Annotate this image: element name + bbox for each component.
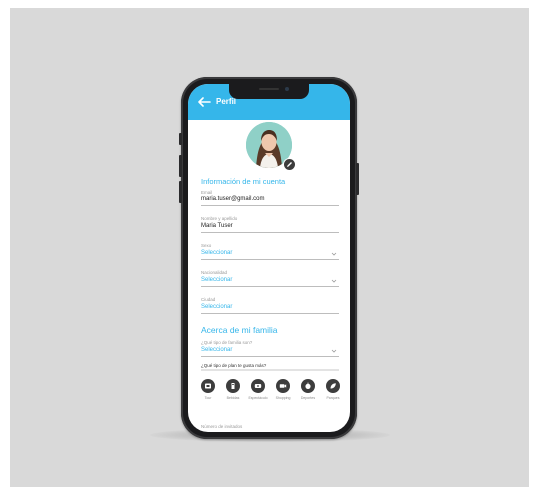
email-field[interactable]: maria.tuser@gmail.com bbox=[201, 196, 264, 202]
ciudad-underline bbox=[201, 313, 339, 314]
plan-option-label: Deportes bbox=[300, 396, 316, 400]
name-label: Nombre y apellido bbox=[201, 216, 238, 221]
plan-option[interactable]: Shopping bbox=[273, 379, 293, 407]
relationship-select[interactable]: Seleccionar bbox=[201, 347, 232, 353]
ciudad-label: Ciudad bbox=[201, 297, 216, 302]
plan-option-label: Shopping bbox=[275, 396, 291, 400]
relationship-label: ¿Qué tipo de familia son? bbox=[201, 340, 253, 345]
chevron-down-icon[interactable] bbox=[331, 252, 337, 256]
account-section-title: Información de mi cuenta bbox=[201, 177, 286, 186]
family-section-title: Acerca de mi familia bbox=[201, 325, 278, 335]
nature-icon bbox=[330, 383, 336, 389]
email-label: Email bbox=[201, 190, 213, 195]
plan-option[interactable]: Parques bbox=[323, 379, 343, 407]
question-hint bbox=[201, 369, 339, 371]
plan-option-label: Espectáculo bbox=[248, 396, 268, 400]
phone-notch bbox=[229, 84, 309, 99]
chevron-down-icon[interactable] bbox=[331, 279, 337, 283]
pencil-icon bbox=[287, 162, 292, 167]
cinema-icon bbox=[279, 384, 287, 388]
board-game-icon bbox=[205, 383, 211, 389]
plan-option[interactable]: Bebidas bbox=[223, 379, 243, 407]
plan-option[interactable]: Espectáculo bbox=[248, 379, 268, 407]
volume-down-button bbox=[179, 181, 182, 203]
name-field[interactable]: Maria Tuser bbox=[201, 223, 233, 229]
plan-options: Tour Bebidas Espectáculo Shopping Deport… bbox=[198, 379, 344, 407]
nacionalidad-select[interactable]: Seleccionar bbox=[201, 277, 232, 283]
nacionalidad-underline bbox=[201, 286, 339, 287]
volume-up-button bbox=[179, 155, 182, 177]
sexo-label: Sexo bbox=[201, 243, 212, 248]
sexo-select[interactable]: Seleccionar bbox=[201, 250, 232, 256]
drink-icon bbox=[231, 383, 235, 389]
ticket-icon bbox=[254, 384, 262, 388]
plan-option-label: Bebidas bbox=[226, 396, 240, 400]
chevron-down-icon[interactable] bbox=[331, 349, 337, 353]
edit-photo-button[interactable] bbox=[283, 158, 296, 171]
ciudad-select[interactable]: Seleccionar bbox=[201, 304, 232, 310]
mute-switch bbox=[179, 133, 182, 145]
page-title: Perfil bbox=[216, 97, 237, 106]
plan-option-label: Parques bbox=[326, 396, 340, 400]
plan-option[interactable]: Deportes bbox=[298, 379, 318, 407]
plan-option-label: Tour bbox=[204, 396, 212, 400]
sexo-underline bbox=[201, 259, 339, 260]
sports-icon bbox=[305, 382, 311, 389]
email-underline bbox=[201, 205, 339, 206]
relationship-underline bbox=[201, 356, 339, 357]
speaker bbox=[259, 88, 279, 90]
back-arrow-icon[interactable] bbox=[197, 97, 211, 107]
front-camera bbox=[285, 87, 289, 91]
plan-question: ¿Qué tipo de plan te gusta más? bbox=[201, 363, 267, 368]
app-screen: Perfil Información de mi cuenta Email ma… bbox=[188, 84, 350, 432]
power-button bbox=[356, 163, 359, 195]
plan-option[interactable]: Tour bbox=[198, 379, 218, 407]
nacionalidad-label: Nacionalidad bbox=[201, 270, 228, 275]
guests-label: Número de invitados bbox=[201, 424, 243, 429]
name-underline bbox=[201, 232, 339, 233]
phone-mockup: Perfil Información de mi cuenta Email ma… bbox=[179, 77, 359, 439]
